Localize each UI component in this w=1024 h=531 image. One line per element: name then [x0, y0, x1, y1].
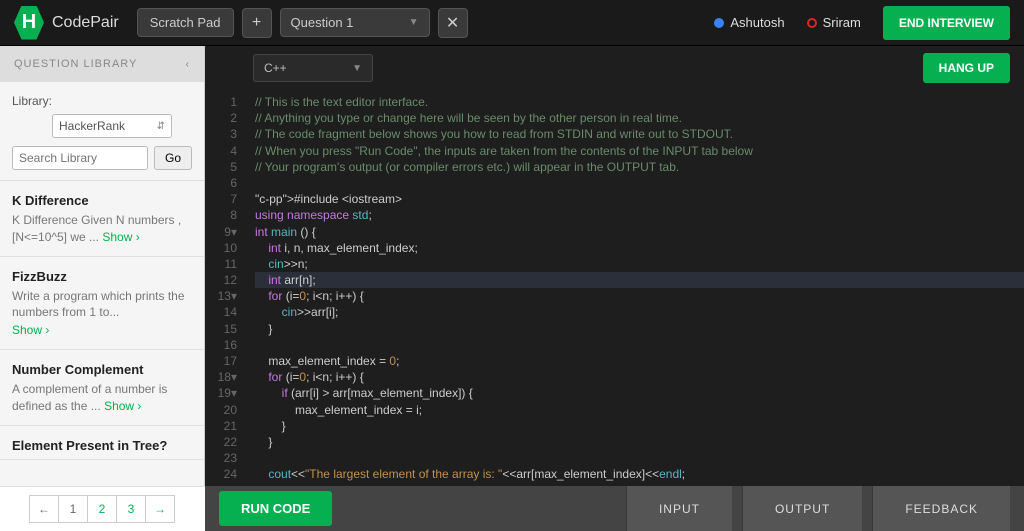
logo-icon: H — [14, 6, 44, 40]
library-search-row: Go — [0, 146, 204, 180]
library-select-value: HackerRank — [59, 119, 125, 133]
main-area: QUESTION LIBRARY ‹ Library: HackerRank ⇵… — [0, 46, 1024, 486]
library-item-desc: K Difference Given N numbers , [N<=10^5]… — [12, 212, 192, 246]
search-input[interactable] — [12, 146, 148, 170]
show-link[interactable]: Show › — [102, 230, 139, 244]
library-item-title: Element Present in Tree? — [12, 438, 192, 453]
library-select[interactable]: HackerRank ⇵ — [52, 114, 172, 138]
end-interview-button[interactable]: END INTERVIEW — [883, 6, 1010, 40]
code-editor[interactable]: 123456789▾10111213▾1415161718▾19▾2021222… — [205, 90, 1024, 486]
user-indicator-ashutosh: Ashutosh — [714, 15, 784, 30]
go-button[interactable]: Go — [154, 146, 192, 170]
output-tab-button[interactable]: OUTPUT — [742, 486, 862, 531]
library-item-title: Number Complement — [12, 362, 192, 377]
presence-dot-icon — [807, 18, 817, 28]
language-select[interactable]: C++ ▼ — [253, 54, 373, 82]
library-item[interactable]: FizzBuzz Write a program which prints th… — [0, 257, 204, 351]
brand-title: CodePair — [52, 14, 119, 32]
page-3-button[interactable]: 3 — [116, 495, 146, 523]
library-item[interactable]: Element Present in Tree? — [0, 426, 204, 460]
close-question-button[interactable]: ✕ — [438, 8, 468, 38]
library-label: Library: — [12, 94, 192, 108]
presence-dot-icon — [714, 18, 724, 28]
page-prev-button[interactable]: ← — [29, 495, 59, 523]
library-item[interactable]: Number Complement A complement of a numb… — [0, 350, 204, 426]
collapse-icon[interactable]: ‹ — [186, 59, 190, 70]
library-item[interactable]: K Difference K Difference Given N number… — [0, 181, 204, 257]
page-2-button[interactable]: 2 — [87, 495, 117, 523]
library-item-title: K Difference — [12, 193, 192, 208]
question-library-sidebar: QUESTION LIBRARY ‹ Library: HackerRank ⇵… — [0, 46, 205, 486]
updown-icon: ⇵ — [157, 121, 165, 132]
chevron-down-icon: ▼ — [352, 63, 362, 74]
show-link[interactable]: Show › — [104, 399, 141, 413]
question-select-label: Question 1 — [291, 15, 354, 30]
page-1-button[interactable]: 1 — [58, 495, 88, 523]
hang-up-button[interactable]: HANG UP — [923, 53, 1010, 83]
feedback-tab-button[interactable]: FEEDBACK — [872, 486, 1010, 531]
page-next-button[interactable]: → — [145, 495, 175, 523]
show-link[interactable]: Show › — [12, 323, 49, 337]
top-bar: H CodePair Scratch Pad + Question 1 ▼ ✕ … — [0, 0, 1024, 46]
code-body[interactable]: // This is the text editor interface.// … — [247, 90, 1024, 486]
language-select-value: C++ — [264, 61, 287, 75]
user-name: Sriram — [823, 15, 861, 30]
chevron-down-icon: ▼ — [409, 17, 419, 28]
library-item-title: FizzBuzz — [12, 269, 192, 284]
run-code-button[interactable]: RUN CODE — [219, 491, 332, 526]
line-gutter: 123456789▾10111213▾1415161718▾19▾2021222… — [205, 90, 247, 486]
library-item-desc: Write a program which prints the numbers… — [12, 288, 192, 322]
user-name: Ashutosh — [730, 15, 784, 30]
library-filter: Library: HackerRank ⇵ — [0, 82, 204, 146]
editor-toolbar: C++ ▼ HANG UP — [205, 46, 1024, 90]
input-tab-button[interactable]: INPUT — [626, 486, 732, 531]
library-pagination: ← 1 2 3 → — [0, 486, 205, 531]
library-header: QUESTION LIBRARY ‹ — [0, 46, 204, 82]
library-items: K Difference K Difference Given N number… — [0, 180, 204, 486]
library-title: QUESTION LIBRARY — [14, 58, 137, 70]
scratch-pad-button[interactable]: Scratch Pad — [137, 8, 234, 37]
library-item-desc: A complement of a number is defined as t… — [12, 381, 192, 415]
user-indicator-sriram: Sriram — [807, 15, 861, 30]
editor-area: C++ ▼ HANG UP 123456789▾10111213▾1415161… — [205, 46, 1024, 486]
add-question-button[interactable]: + — [242, 8, 272, 38]
question-select[interactable]: Question 1 ▼ — [280, 8, 430, 37]
